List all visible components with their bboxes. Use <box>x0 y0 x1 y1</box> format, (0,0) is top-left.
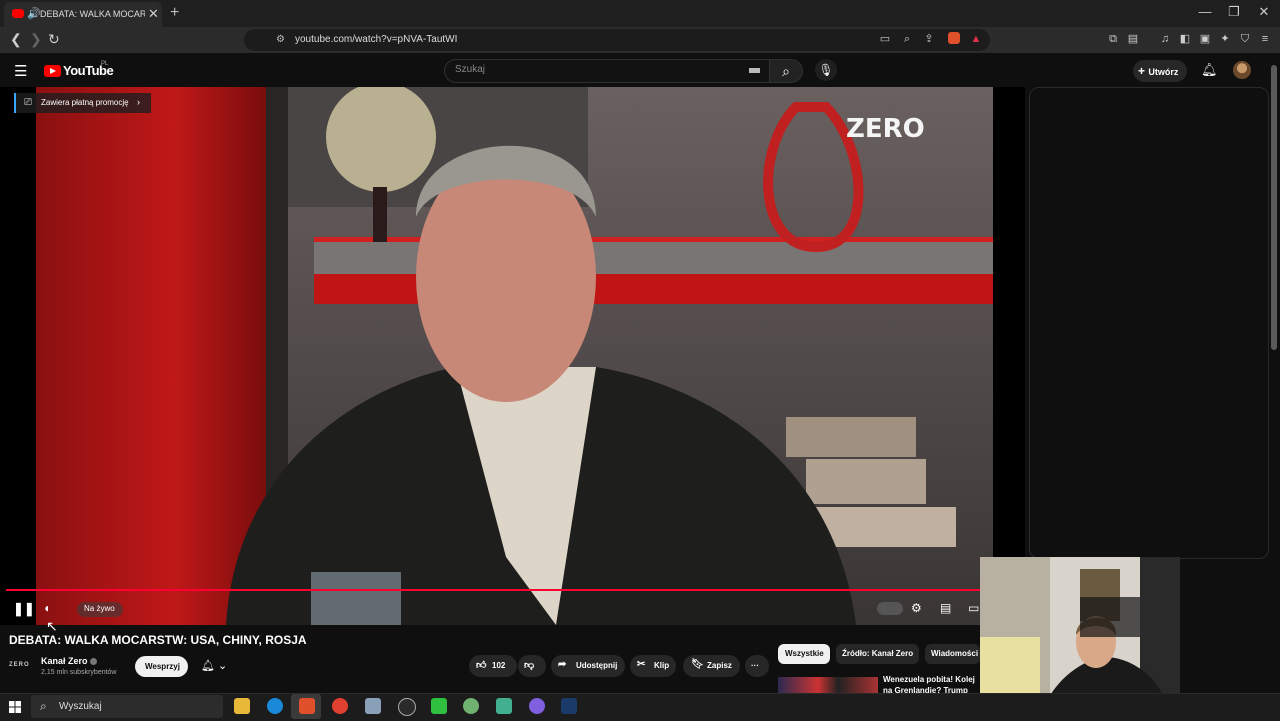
browser-tab[interactable]: 🔊 DEBATA: WALKA MOCARSTW ✕ <box>4 2 162 27</box>
tab-search-icon[interactable]: ▤ <box>1126 32 1140 46</box>
reload-icon[interactable]: ↻ <box>48 31 60 48</box>
plus-icon: + <box>1138 64 1149 78</box>
secondary-panel <box>1029 87 1269 559</box>
app-icon-3[interactable] <box>496 698 512 714</box>
url-text[interactable]: youtube.com/watch?v=pNVA-TautWI <box>295 34 457 45</box>
share-arrow-icon: ➦ <box>558 659 567 670</box>
edge-icon[interactable] <box>267 698 283 714</box>
forward-icon[interactable]: ❯ <box>30 31 42 48</box>
recommendation-thumbnail[interactable] <box>778 677 878 693</box>
app-icon[interactable] <box>365 698 381 714</box>
thumbs-down-icon: 👎︎ <box>524 660 535 671</box>
video-title: DEBATA: WALKA MOCARSTW: USA, CHINY, ROSJ… <box>9 633 307 647</box>
taskbar-search-placeholder: Wyszukaj <box>59 701 102 712</box>
clip-label: Klip <box>654 661 670 670</box>
search-button[interactable]: ⌕ <box>769 59 803 83</box>
more-icon: ··· <box>751 661 759 670</box>
avatar[interactable] <box>1233 61 1251 79</box>
share-label: Udostępnij <box>576 661 618 670</box>
channel-name[interactable]: Kanał Zero <box>41 656 88 666</box>
support-button-label: Wesprzyj <box>145 662 180 671</box>
notifications-bell-icon[interactable]: 🔔︎ <box>1201 62 1218 78</box>
notification-settings-button[interactable]: 🔔︎ ⌄ <box>196 656 238 677</box>
bell-icon: 🔔︎ <box>201 660 215 672</box>
play-app-icon[interactable] <box>431 698 447 714</box>
chevron-right-icon: › <box>137 97 140 107</box>
file-explorer-icon[interactable] <box>234 698 250 714</box>
discord-icon[interactable] <box>529 698 545 714</box>
close-tab-icon[interactable]: ✕ <box>148 6 159 22</box>
page-scrollbar[interactable] <box>1271 65 1277 350</box>
brave-taskbar-icon[interactable] <box>299 698 315 714</box>
paid-promotion-label: Zawiera płatną promocję <box>41 98 129 107</box>
pause-icon[interactable]: ❚❚ <box>13 601 35 617</box>
taskbar-search-icon: ⌕ <box>40 699 47 713</box>
brave-shields-icon[interactable] <box>948 32 960 44</box>
volume-icon[interactable]: ◖ <box>43 601 50 615</box>
autoplay-toggle[interactable] <box>877 602 903 615</box>
browser-tab-bar <box>0 0 1280 27</box>
back-icon[interactable]: ❮ <box>10 31 22 48</box>
channel-avatar[interactable]: ZERO <box>9 657 33 674</box>
media-icon[interactable]: ♫ <box>1158 32 1172 46</box>
wallet-icon[interactable]: ▣ <box>1198 32 1212 46</box>
video-scene: ZERO <box>36 87 993 625</box>
search-icon: ⌕ <box>782 63 790 79</box>
close-window-button[interactable]: ✕ <box>1249 4 1279 20</box>
hamburger-menu-icon[interactable]: ☰ <box>14 62 27 80</box>
save-label: Zapisz <box>707 661 732 670</box>
search-placeholder: Szukaj <box>455 64 486 75</box>
scene-logo: ZERO <box>846 114 925 144</box>
create-button-label: + Utwórz <box>1138 64 1178 78</box>
zoom-icon[interactable]: ⌕ <box>900 32 914 46</box>
subtitles-icon[interactable]: ▤ <box>940 601 951 615</box>
filter-chip-label: Źródło: Kanał Zero <box>842 649 914 658</box>
youtube-logo-icon[interactable] <box>44 65 61 77</box>
youtube-favicon-icon <box>12 9 24 18</box>
obs-icon[interactable] <box>398 698 416 716</box>
settings-gear-icon[interactable]: ⚙ <box>911 601 922 615</box>
cast-player-icon[interactable]: ▭ <box>968 601 979 615</box>
video-frame[interactable]: ZERO <box>36 87 993 625</box>
chevron-down-icon: ⌄ <box>218 660 228 672</box>
vpn-icon[interactable]: ⛉ <box>1238 32 1252 46</box>
restore-button[interactable]: ❐ <box>1219 4 1249 20</box>
bookmark-save-icon: 🔖︎ <box>691 659 704 670</box>
filter-chip-label: Wszystkie <box>785 649 824 658</box>
search-input[interactable] <box>444 59 771 83</box>
sidebar-icon[interactable]: ◧ <box>1178 32 1192 46</box>
steam-icon[interactable] <box>561 698 577 714</box>
promotion-icon: ⎚ <box>24 97 32 108</box>
subscriber-count: 2,15 mln subskrybentów <box>41 669 117 676</box>
app-icon-2[interactable] <box>463 698 479 714</box>
menu-icon[interactable]: ≡ <box>1258 32 1272 46</box>
country-code: PL <box>101 61 109 67</box>
share-icon[interactable]: ⇪ <box>922 32 936 46</box>
brave-rewards-icon[interactable]: ▲ <box>969 32 983 46</box>
scissors-icon: ✂ <box>637 659 646 670</box>
site-info-icon[interactable]: ⚙ <box>276 34 285 45</box>
filter-chip-label: Wiadomości <box>931 649 979 658</box>
minimize-button[interactable]: — <box>1190 4 1220 19</box>
thumbs-up-icon: 👍︎ <box>476 660 487 671</box>
extensions-icon[interactable]: ⧉ <box>1106 32 1120 46</box>
like-count: 102 <box>492 661 506 670</box>
create-label: Utwórz <box>1148 67 1179 77</box>
verified-icon <box>90 658 97 665</box>
chrome-icon[interactable] <box>332 698 348 714</box>
keyboard-icon[interactable] <box>749 68 760 73</box>
video-progress-bar[interactable] <box>6 589 1020 591</box>
tab-title: DEBATA: WALKA MOCARSTW <box>40 9 145 19</box>
cast-icon[interactable]: ▭ <box>878 32 892 46</box>
new-tab-button[interactable]: + <box>170 4 179 22</box>
tab-audio-icon[interactable]: 🔊 <box>27 7 41 20</box>
voice-search-icon[interactable]: 🎙︎ <box>815 59 837 81</box>
live-label: Na żywo <box>84 604 115 613</box>
leo-ai-icon[interactable]: ✦ <box>1218 32 1232 46</box>
windows-start-icon[interactable] <box>9 700 21 713</box>
